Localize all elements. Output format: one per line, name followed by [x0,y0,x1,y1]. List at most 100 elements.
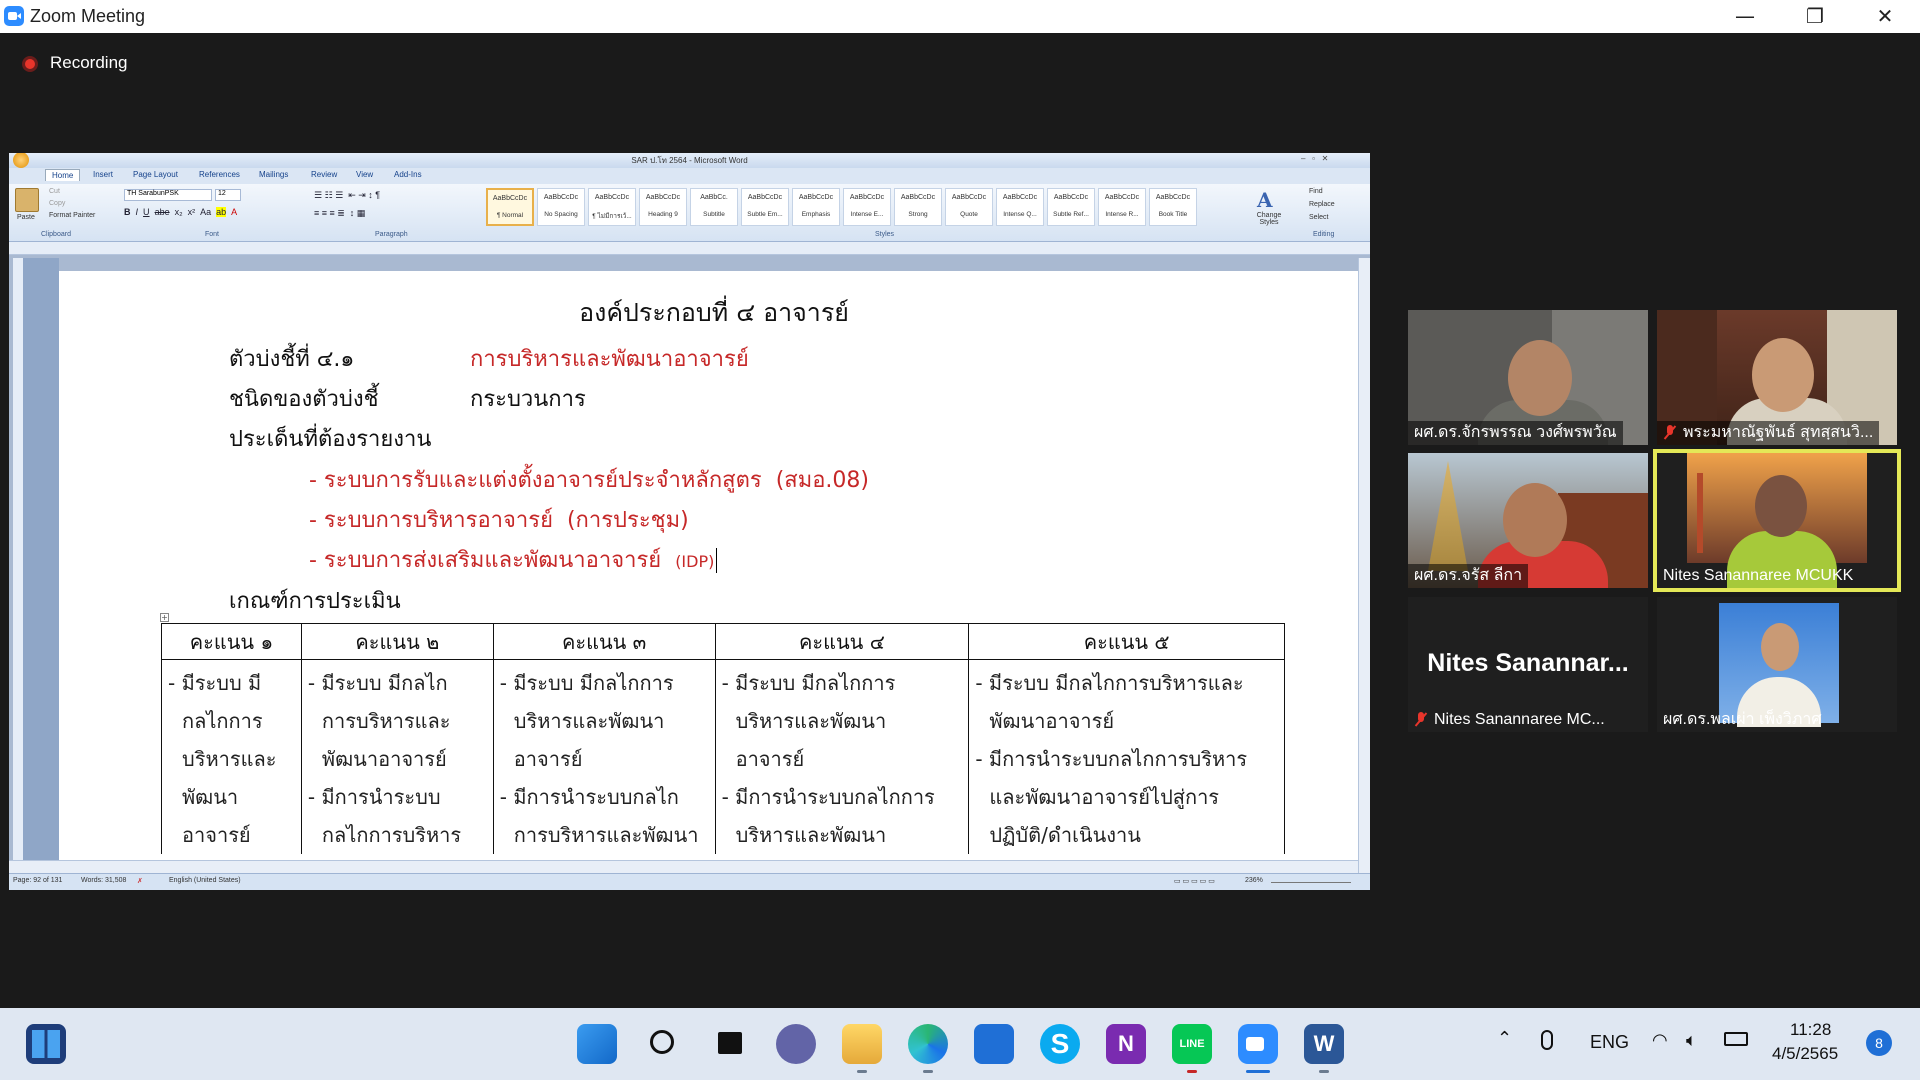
format-painter-button[interactable]: Format Painter [49,212,95,219]
horizontal-scrollbar[interactable] [9,860,1358,873]
muted-mic-icon [1663,425,1677,439]
replace-button[interactable]: Replace [1309,201,1335,208]
style-option[interactable]: AaBbCcDc Intense Q... [996,188,1044,226]
participant-tile-active-speaker[interactable]: Nites Sanannaree MCUKK [1653,449,1901,592]
style-option[interactable]: AaBbCcDc Intense R... [1098,188,1146,226]
language-status[interactable]: English (United States) [169,877,241,884]
recording-label[interactable]: Recording [50,53,128,73]
find-button[interactable]: Find [1309,188,1323,195]
task-view-icon[interactable] [710,1024,750,1064]
page-count[interactable]: Page: 92 of 131 [13,877,62,884]
table-cell-line: พัฒนาอาจารย์ [321,747,447,771]
alignment-buttons[interactable]: ≡ ≡ ≡ ≣ ↕ ▦ [314,208,365,219]
zoom-slider[interactable] [1271,882,1351,883]
participant-name: ผศ.ดร.จักรพรรณ วงศ์พรพวัณ [1408,421,1623,445]
style-option[interactable]: AaBbCcDc Strong [894,188,942,226]
paragraph-group-label: Paragraph [375,231,408,238]
search-icon[interactable] [644,1024,684,1064]
style-name: No Spacing [544,211,578,218]
style-option[interactable]: AaBbCcDc ¶ Normal [486,188,534,226]
clock-date[interactable]: 4/5/2565 [1772,1044,1838,1064]
tab-add-ins[interactable]: Add-Ins [394,170,422,179]
table-cell: - มีระบบ มีกลไกการบริหารและพัฒนาอาจารย์ -… [300,659,494,854]
table-move-handle-icon[interactable]: + [160,613,169,622]
style-option[interactable]: AaBbCcDc Subtle Em... [741,188,789,226]
app-running-indicator [923,1070,933,1073]
participant-name: ผศ.ดร.พลเผ่า เพ็งวิภาศ [1663,711,1822,728]
cut-button[interactable]: Cut [49,188,60,195]
zoom-icon[interactable] [1238,1024,1278,1064]
indicator-label: ตัวบ่งชี้ที่ ๔.๑ [229,347,355,372]
style-option[interactable]: AaBbCcDc Subtle Ref... [1047,188,1095,226]
onenote-icon[interactable]: N [1106,1024,1146,1064]
chat-icon[interactable] [776,1024,816,1064]
clock-time[interactable]: 11:28 [1790,1020,1831,1040]
style-option[interactable]: AaBbCcDc Heading 9 [639,188,687,226]
participant-tile[interactable]: ผศ.ดร.จรัส ลีกา [1408,453,1648,588]
skype-icon[interactable]: S [1040,1024,1080,1064]
horizontal-ruler[interactable] [9,242,1370,255]
tab-page-layout[interactable]: Page Layout [133,170,178,179]
microphone-icon[interactable] [1541,1030,1553,1050]
participant-tile[interactable]: พระมหาณัฐพันธ์ สุทสฺสนวิ... [1657,310,1897,445]
volume-icon[interactable]: 🔈︎ [1686,1030,1697,1051]
tab-review[interactable]: Review [311,170,337,179]
font-format-buttons[interactable]: B I U abe x₂ x² Aa ab A [124,207,237,217]
style-name: Heading 9 [648,211,678,218]
view-buttons[interactable]: ▭ ▭ ▭ ▭ ▭ [1174,877,1215,885]
edge-icon[interactable] [908,1024,948,1064]
list-buttons[interactable]: ☰ ☷ ☰ ⇤ ⇥ ↕ ¶ [314,190,380,201]
vertical-scrollbar[interactable] [1358,258,1370,873]
widgets-icon[interactable] [26,1024,66,1064]
style-option[interactable]: AaBbCcDc Emphasis [792,188,840,226]
tab-view[interactable]: View [356,170,373,179]
notification-badge[interactable]: 8 [1866,1030,1892,1056]
start-icon[interactable] [577,1024,617,1064]
font-name-select[interactable]: TH SarabunPSK [124,189,212,201]
line-icon[interactable]: LINE [1172,1024,1212,1064]
input-language[interactable]: ENG [1590,1032,1629,1053]
tab-references[interactable]: References [199,170,240,179]
battery-icon[interactable] [1724,1032,1748,1046]
style-option[interactable]: AaBbCcDc ¶ ไม่มีการเว้... [588,188,636,226]
table-cell-line: อาจารย์ [182,823,251,847]
style-option[interactable]: AaBbCcDc Book Title [1149,188,1197,226]
paste-button[interactable]: Paste [17,214,35,221]
file-explorer-icon[interactable] [842,1024,882,1064]
table-cell-line: อาจารย์ [735,747,805,771]
style-name: Quote [960,211,978,218]
participant-tile[interactable]: ผศ.ดร.จักรพรรณ วงศ์พรพวัณ [1408,310,1648,445]
copy-button[interactable]: Copy [49,200,65,207]
proofing-icon[interactable]: ✗ [137,877,143,885]
style-option[interactable]: AaBbCcDc No Spacing [537,188,585,226]
change-styles-button[interactable]: Change Styles [1249,212,1289,226]
zoom-level[interactable]: 236% [1245,877,1263,884]
style-option[interactable]: AaBbCc. Subtitle [690,188,738,226]
participant-tile[interactable]: Nites Sanannar... Nites Sanannaree MC... [1408,597,1648,732]
style-option[interactable]: AaBbCcDc Quote [945,188,993,226]
table-header-cell: คะแนน ๒ [300,623,494,660]
font-size-select[interactable]: 12 [215,189,241,201]
criteria-table: คะแนน ๑คะแนน ๒คะแนน ๓คะแนน ๔คะแนน ๕ - มี… [161,623,1285,854]
word-window-controls[interactable]: – ▫ ✕ [1301,154,1328,163]
wifi-icon[interactable]: ◠ [1652,1030,1668,1051]
restore-button[interactable]: ❐ [1780,0,1850,33]
tab-home[interactable]: Home [45,169,81,181]
mail-icon[interactable] [974,1024,1014,1064]
word-count[interactable]: Words: 31,508 [81,877,126,884]
tray-overflow-icon[interactable]: ⌃ [1497,1028,1512,1049]
tab-insert[interactable]: Insert [93,170,113,179]
status-bar: Page: 92 of 131 Words: 31,508 ✗ English … [9,873,1370,890]
document-page[interactable]: องค์ประกอบที่ ๔ อาจารย์ ตัวบ่งชี้ที่ ๔.๑… [59,271,1369,873]
paste-icon[interactable] [15,188,39,212]
tab-mailings[interactable]: Mailings [259,170,288,179]
participant-tile[interactable]: ผศ.ดร.พลเผ่า เพ็งวิภาศ [1657,597,1897,732]
table-cell-line: - มีระบบ มีกลไก [307,671,448,695]
style-name: Strong [908,211,928,218]
minimize-button[interactable]: — [1710,0,1780,33]
style-option[interactable]: AaBbCcDc Intense E... [843,188,891,226]
close-button[interactable]: ✕ [1850,0,1920,33]
select-button[interactable]: Select [1309,214,1328,221]
word-icon[interactable]: W [1304,1024,1344,1064]
change-styles-icon[interactable]: A [1257,188,1277,212]
